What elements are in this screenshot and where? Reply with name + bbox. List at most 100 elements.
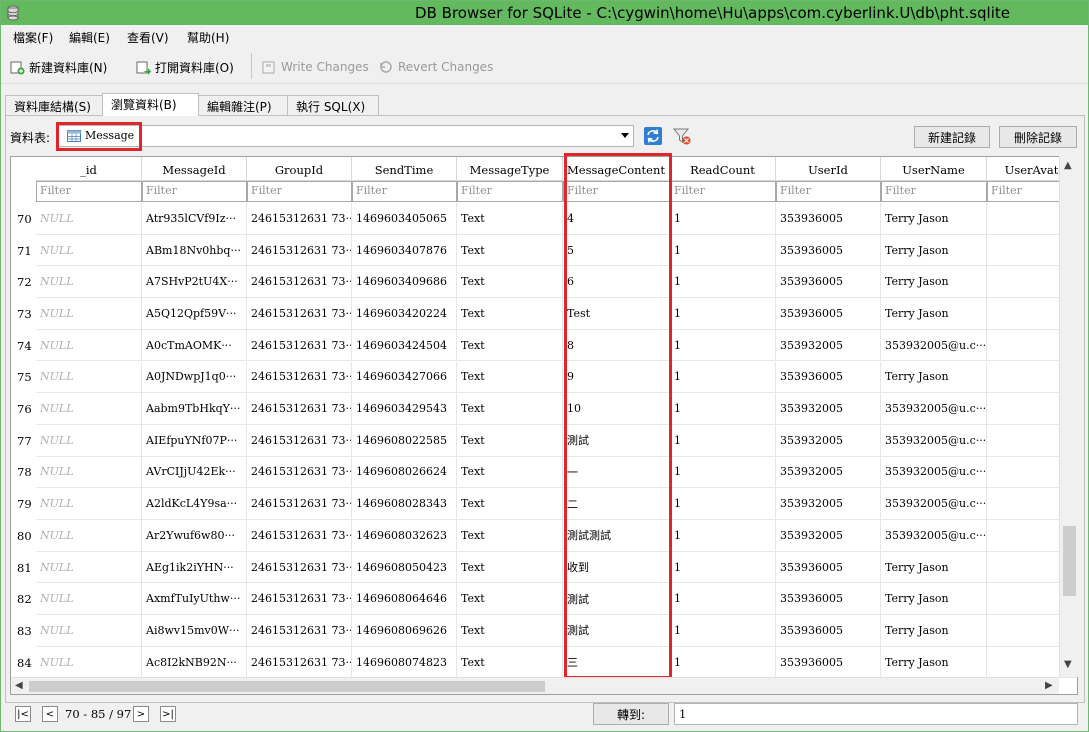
table-cell[interactable]: Terry Jason [881,298,987,330]
table-cell[interactable]: 1469603429543 [352,393,457,425]
table-cell[interactable]: 353932005@u.c··· [881,520,987,552]
table-cell[interactable]: NULL [36,583,142,616]
column-header-message-type[interactable]: MessageType [457,157,563,181]
table-cell[interactable]: 6 [563,266,670,299]
table-cell[interactable]: 24615312631 73··· [247,203,352,235]
delete-record-button[interactable]: 刪除記錄 [999,126,1077,148]
table-cell[interactable]: 1469603409686 [352,266,457,299]
table-cell[interactable]: 1 [670,424,776,457]
table-cell[interactable]: Test [563,298,670,330]
table-cell[interactable]: NULL [36,646,142,679]
table-cell[interactable]: 1469608064646 [352,583,457,616]
column-header-send-time[interactable]: SendTime [352,157,457,181]
table-cell[interactable]: Ar2Ywuf6w80··· [142,520,247,552]
table-cell[interactable]: 一 [563,456,670,489]
column-header-user-name[interactable]: UserName [881,157,987,181]
column-header-message-content[interactable]: MessageContent [563,157,670,181]
new-database-button[interactable]: 新建資料庫(N) [9,57,107,77]
table-cell[interactable]: 10 [563,393,670,425]
table-cell[interactable]: 24615312631 73··· [247,646,352,679]
column-header-group-id[interactable]: GroupId [247,157,352,181]
table-cell[interactable]: Aabm9TbHkqY··· [142,393,247,425]
filter-input-user-name[interactable]: Filter [881,181,987,202]
table-cell[interactable]: Text [457,203,563,235]
table-cell[interactable]: NULL [36,329,142,362]
table-cell[interactable]: Text [457,234,563,267]
table-cell[interactable]: 1 [670,488,776,520]
table-cell[interactable]: NULL [36,361,142,394]
table-cell[interactable]: 1 [670,551,776,584]
table-cell[interactable]: 4 [563,203,670,235]
column-header-message-id[interactable]: MessageId [142,157,247,181]
row-number[interactable]: 80 [11,520,35,552]
table-select[interactable]: Message [58,125,634,147]
scroll-right-icon[interactable]: ▶ [1045,680,1053,691]
table-cell[interactable]: 24615312631 73··· [247,266,352,299]
row-number[interactable]: 81 [11,552,35,584]
table-cell[interactable]: 353932005 [776,424,881,457]
table-cell[interactable]: 1469603420224 [352,298,457,330]
table-cell[interactable]: 5 [563,234,670,267]
table-cell[interactable]: NULL [36,615,142,647]
horizontal-scroll-thumb[interactable] [29,681,545,692]
table-cell[interactable]: AVrCIJjU42Ek··· [142,456,247,489]
table-cell[interactable]: Text [457,329,563,362]
table-cell[interactable]: Text [457,266,563,299]
menu-help[interactable]: 幫助(H) [187,29,229,46]
table-cell[interactable]: 24615312631 73··· [247,615,352,647]
table-cell[interactable]: Text [457,393,563,425]
table-cell[interactable]: 353932005 [776,456,881,489]
goto-button[interactable]: 轉到: [593,703,669,725]
table-cell[interactable]: 353936005 [776,615,881,647]
filter-input-message-content[interactable]: Filter [563,181,670,202]
filter-input-send-time[interactable]: Filter [352,181,457,202]
table-cell[interactable]: 1 [670,520,776,552]
table-cell[interactable]: 1 [670,615,776,647]
table-cell[interactable]: 353936005 [776,551,881,584]
table-cell[interactable]: 353932005 [776,329,881,362]
table-cell[interactable]: 1 [670,583,776,616]
table-cell[interactable]: 24615312631 73··· [247,393,352,425]
table-cell[interactable]: Terry Jason [881,615,987,647]
table-cell[interactable]: Text [457,551,563,584]
table-cell[interactable]: Text [457,615,563,647]
row-number[interactable]: 78 [11,457,35,489]
table-cell[interactable]: A0cTmAOMK··· [142,329,247,362]
table-cell[interactable]: 1 [670,266,776,299]
table-cell[interactable]: 353936005 [776,361,881,394]
table-cell[interactable]: A2ldKcL4Y9sa··· [142,488,247,520]
table-cell[interactable]: NULL [36,456,142,489]
tab-database-structure[interactable]: 資料庫結構(S) [5,95,103,115]
table-cell[interactable]: 1469603407876 [352,234,457,267]
row-number[interactable]: 71 [11,235,35,267]
refresh-icon[interactable] [643,126,663,146]
first-page-button[interactable]: |< [15,706,31,722]
scroll-left-icon[interactable]: ◀ [15,680,23,691]
row-number[interactable]: 82 [11,583,35,615]
row-number[interactable]: 74 [11,330,35,362]
clear-filters-icon[interactable] [672,126,692,146]
table-cell[interactable]: 1 [670,329,776,362]
column-header-read-count[interactable]: ReadCount [670,157,776,181]
next-page-button[interactable]: > [133,706,149,722]
table-cell[interactable]: 24615312631 73··· [247,551,352,584]
vertical-scrollbar[interactable]: ▲ ▼ [1059,156,1078,677]
filter-input-user-id[interactable]: Filter [776,181,881,202]
table-cell[interactable]: Text [457,424,563,457]
table-cell[interactable]: NULL [36,266,142,299]
table-cell[interactable]: Text [457,298,563,330]
table-cell[interactable]: 1 [670,646,776,679]
row-number[interactable]: 77 [11,425,35,457]
table-cell[interactable]: Terry Jason [881,266,987,299]
table-cell[interactable]: 24615312631 73··· [247,488,352,520]
table-cell[interactable]: 1469608032623 [352,520,457,552]
table-cell[interactable]: 測試測試 [563,520,670,552]
open-database-button[interactable]: 打開資料庫(O) [135,57,234,77]
table-cell[interactable]: A7SHvP2tU4X··· [142,266,247,299]
filter-input-read-count[interactable]: Filter [670,181,776,202]
table-cell[interactable]: 353932005@u.c··· [881,488,987,520]
table-cell[interactable]: Terry Jason [881,203,987,235]
table-cell[interactable]: 測試 [563,583,670,616]
table-cell[interactable]: 353932005@u.c··· [881,424,987,457]
table-cell[interactable]: 353936005 [776,646,881,679]
